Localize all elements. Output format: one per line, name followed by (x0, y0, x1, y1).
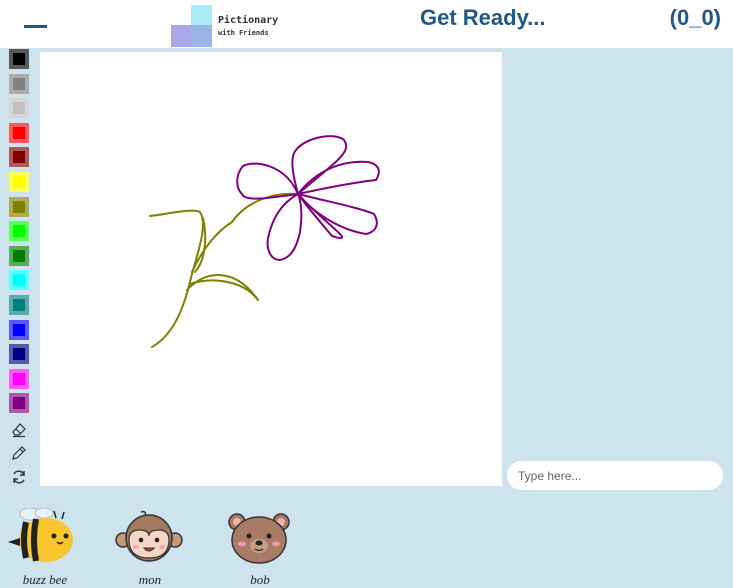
color-swatch-fill (13, 274, 25, 287)
refresh-icon (13, 470, 25, 484)
color-swatch[interactable] (9, 172, 29, 192)
player-card-mon[interactable]: mon (115, 488, 195, 588)
player-name: bob (250, 572, 270, 587)
bee-avatar-icon (8, 508, 73, 562)
color-swatch-fill (13, 348, 25, 361)
player-name: mon (138, 572, 162, 587)
player-card-bob[interactable]: bob (225, 488, 305, 588)
color-swatch[interactable] (9, 196, 29, 217)
menu-button[interactable] (24, 14, 48, 32)
color-swatch-fill (13, 102, 25, 115)
drawing-canvas[interactable] (40, 52, 502, 486)
eraser-tool[interactable] (9, 419, 29, 439)
color-swatch-fill (13, 249, 25, 262)
color-swatch-fill (13, 200, 25, 213)
score-display: (0_0) (669, 5, 721, 30)
eraser-icon (12, 423, 26, 438)
player-list: buzz bee mon bob (0, 488, 733, 588)
color-swatch-fill (13, 397, 25, 410)
logo-title: Pictionary (218, 15, 279, 26)
color-swatch[interactable] (9, 368, 29, 389)
game-status: Get Ready... (420, 5, 546, 30)
pencil-icon (12, 446, 26, 460)
color-swatch[interactable] (9, 319, 29, 340)
color-swatch-fill (13, 372, 25, 385)
color-swatch-fill (13, 126, 25, 139)
bear-avatar-icon (228, 513, 290, 564)
monkey-avatar-icon (115, 510, 183, 562)
pencil-tool[interactable] (9, 443, 29, 463)
flower-drawing (149, 135, 380, 348)
color-swatch-fill (13, 176, 25, 188)
color-swatch[interactable] (9, 270, 29, 291)
app-logo: Pictionary with Friends (171, 5, 281, 47)
player-name: buzz bee (22, 572, 68, 587)
color-swatch-fill (13, 323, 25, 336)
color-swatch-fill (13, 225, 25, 238)
color-swatch-fill (13, 77, 25, 90)
color-swatch[interactable] (9, 295, 29, 315)
color-swatch[interactable] (9, 393, 29, 414)
color-swatch[interactable] (9, 98, 29, 119)
chat-input[interactable] (507, 461, 723, 490)
color-palette (0, 48, 38, 488)
color-swatch[interactable] (9, 122, 29, 143)
color-swatch[interactable] (9, 73, 29, 94)
top-bar: Pictionary with Friends Get Ready... (0_… (0, 0, 733, 48)
color-swatch-fill (13, 151, 25, 164)
color-swatch-fill (13, 53, 25, 65)
color-swatch[interactable] (9, 49, 29, 69)
color-swatch[interactable] (9, 147, 29, 168)
game-area: buzz bee mon (0, 48, 733, 588)
color-swatch[interactable] (9, 245, 29, 266)
color-swatch[interactable] (9, 221, 29, 242)
logo-subtitle: with Friends (218, 29, 269, 37)
clear-canvas-tool[interactable] (9, 467, 29, 487)
player-card-buzz-bee[interactable]: buzz bee (0, 488, 80, 588)
color-swatch[interactable] (9, 344, 29, 365)
menu-icon (24, 25, 47, 28)
color-swatch-fill (13, 299, 25, 311)
chat-messages (507, 50, 723, 458)
